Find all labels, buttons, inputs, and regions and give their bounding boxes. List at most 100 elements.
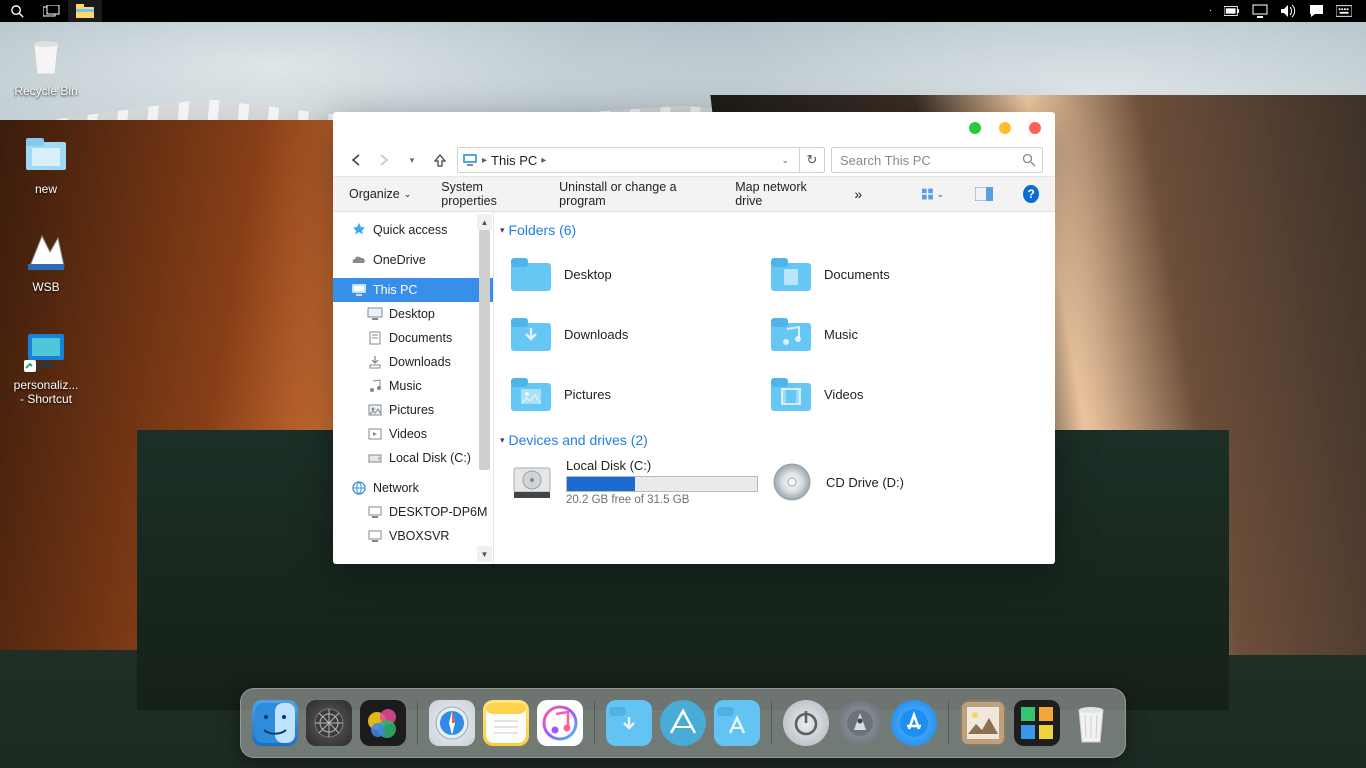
launchpad-dock-icon[interactable] — [837, 700, 883, 746]
content-pane: ▾Folders (6) Desktop Documents Downloads — [494, 212, 1055, 564]
star-icon — [351, 222, 367, 238]
system-properties-button[interactable]: System properties — [441, 180, 529, 208]
minimize-button[interactable] — [969, 122, 981, 134]
back-button[interactable] — [345, 148, 367, 172]
map-network-drive-button[interactable]: Map network drive — [735, 180, 824, 208]
scroll-down-button[interactable]: ▼ — [477, 546, 492, 562]
breadcrumb-history-dropdown[interactable]: ⌄ — [775, 155, 795, 166]
recycle-bin-desktop-icon[interactable]: Recycle Bin — [6, 32, 86, 98]
search-box[interactable] — [831, 147, 1043, 173]
chevron-right-icon[interactable]: ▸ — [482, 155, 487, 166]
folder-videos[interactable]: Videos — [768, 364, 1028, 424]
folder-music[interactable]: Music — [768, 304, 1028, 364]
folder-downloads[interactable]: Downloads — [508, 304, 768, 364]
folders-group-header[interactable]: ▾Folders (6) — [494, 220, 1051, 244]
action-center-icon[interactable] — [1308, 4, 1324, 18]
documents-icon — [367, 330, 383, 346]
scroll-thumb[interactable] — [479, 230, 490, 470]
breadcrumb-bar[interactable]: ▸ This PC ▸ ⌄ — [457, 147, 800, 173]
folder-pictures[interactable]: Pictures — [508, 364, 768, 424]
folder-icon — [770, 315, 812, 353]
notes-dock-icon[interactable] — [483, 700, 529, 746]
folder-icon — [510, 255, 552, 293]
folder-icon — [770, 255, 812, 293]
chevron-right-icon[interactable]: ▸ — [541, 155, 546, 166]
navigation-tree: Quick access OneDrive This PC Desktop Do… — [333, 212, 494, 564]
tree-network-host2[interactable]: VBOXSVR — [333, 524, 493, 548]
refresh-button[interactable]: ↻ — [800, 147, 825, 173]
computer-icon — [367, 528, 383, 544]
forward-button[interactable] — [373, 148, 395, 172]
downloads-folder-dock-icon[interactable] — [606, 700, 652, 746]
finder-dock-icon[interactable] — [252, 700, 298, 746]
tree-pictures[interactable]: Pictures — [333, 398, 493, 422]
search-button[interactable] — [0, 0, 34, 22]
computer-icon — [367, 504, 383, 520]
address-bar-row: ▾ ▸ This PC ▸ ⌄ ↻ — [333, 144, 1055, 176]
personalization-shortcut-desktop-icon[interactable]: personaliz... - Shortcut — [6, 326, 86, 406]
disk-usage-bar — [566, 476, 758, 492]
more-commands-button[interactable]: » — [854, 186, 862, 202]
drive-local-disk-c[interactable]: Local Disk (C:) 20.2 GB free of 31.5 GB — [508, 454, 768, 510]
game-center-dock-icon[interactable] — [360, 700, 406, 746]
new-folder-desktop-icon[interactable]: new — [6, 130, 86, 196]
tree-network[interactable]: Network — [333, 476, 493, 500]
drive-cd-d[interactable]: CD Drive (D:) — [768, 454, 1028, 510]
task-view-button[interactable] — [34, 0, 68, 22]
file-explorer-taskbar-icon[interactable] — [68, 0, 102, 22]
safari-dock-icon[interactable] — [429, 700, 475, 746]
tree-videos[interactable]: Videos — [333, 422, 493, 446]
picture-tile-dock-icon[interactable] — [960, 700, 1006, 746]
this-pc-icon — [351, 282, 367, 298]
organize-menu[interactable]: Organize⌄ — [349, 187, 411, 201]
network-icon[interactable] — [1252, 4, 1268, 18]
itunes-dock-icon[interactable] — [537, 700, 583, 746]
battery-icon[interactable] — [1224, 4, 1240, 18]
folder-icon — [510, 375, 552, 413]
taskbar: . — [0, 0, 1366, 22]
tree-music[interactable]: Music — [333, 374, 493, 398]
uninstall-program-button[interactable]: Uninstall or change a program — [559, 180, 705, 208]
help-button[interactable]: ? — [1023, 185, 1039, 203]
tree-local-disk-c[interactable]: Local Disk (C:) — [333, 446, 493, 470]
folder-documents[interactable]: Documents — [768, 244, 1028, 304]
tree-this-pc[interactable]: This PC — [333, 278, 493, 302]
breadcrumb-segment[interactable]: This PC — [491, 153, 537, 168]
maximize-button[interactable] — [999, 122, 1011, 134]
recent-dropdown[interactable]: ▾ — [401, 148, 423, 172]
videos-icon — [367, 426, 383, 442]
hdd-icon — [367, 450, 383, 466]
tree-documents[interactable]: Documents — [333, 326, 493, 350]
grid-apps-dock-icon[interactable] — [1014, 700, 1060, 746]
search-icon[interactable] — [1022, 153, 1036, 167]
os-circle-dock-icon[interactable] — [660, 700, 706, 746]
up-button[interactable] — [429, 148, 451, 172]
keyboard-icon[interactable] — [1336, 4, 1352, 18]
window-titlebar[interactable] — [333, 112, 1055, 144]
folder-icon — [510, 315, 552, 353]
folder-desktop[interactable]: Desktop — [508, 244, 768, 304]
tree-quick-access[interactable]: Quick access — [333, 218, 493, 242]
music-icon — [367, 378, 383, 394]
search-input[interactable] — [838, 152, 1022, 169]
hdd-icon — [510, 460, 554, 504]
settings-dock-icon[interactable] — [306, 700, 352, 746]
tree-network-host1[interactable]: DESKTOP-DP6M — [333, 500, 493, 524]
scroll-up-button[interactable]: ▲ — [477, 214, 492, 230]
trash-dock-icon[interactable] — [1068, 700, 1114, 746]
close-button[interactable] — [1029, 122, 1041, 134]
drives-group-header[interactable]: ▾Devices and drives (2) — [494, 430, 1051, 454]
tree-downloads[interactable]: Downloads — [333, 350, 493, 374]
file-explorer-window: ▾ ▸ This PC ▸ ⌄ ↻ Organize⌄ System prope… — [333, 112, 1055, 564]
downloads-icon — [367, 354, 383, 370]
wsb-desktop-icon[interactable]: WSB — [6, 228, 86, 294]
power-dock-icon[interactable] — [783, 700, 829, 746]
volume-icon[interactable] — [1280, 4, 1296, 18]
tree-onedrive[interactable]: OneDrive — [333, 248, 493, 272]
tree-desktop[interactable]: Desktop — [333, 302, 493, 326]
app-store-dock-icon[interactable] — [891, 700, 937, 746]
applications-folder-dock-icon[interactable] — [714, 700, 760, 746]
view-options-button[interactable]: ⌄ — [922, 183, 944, 205]
preview-pane-button[interactable] — [974, 183, 993, 205]
tree-scrollbar[interactable]: ▲ ▼ — [477, 214, 492, 562]
